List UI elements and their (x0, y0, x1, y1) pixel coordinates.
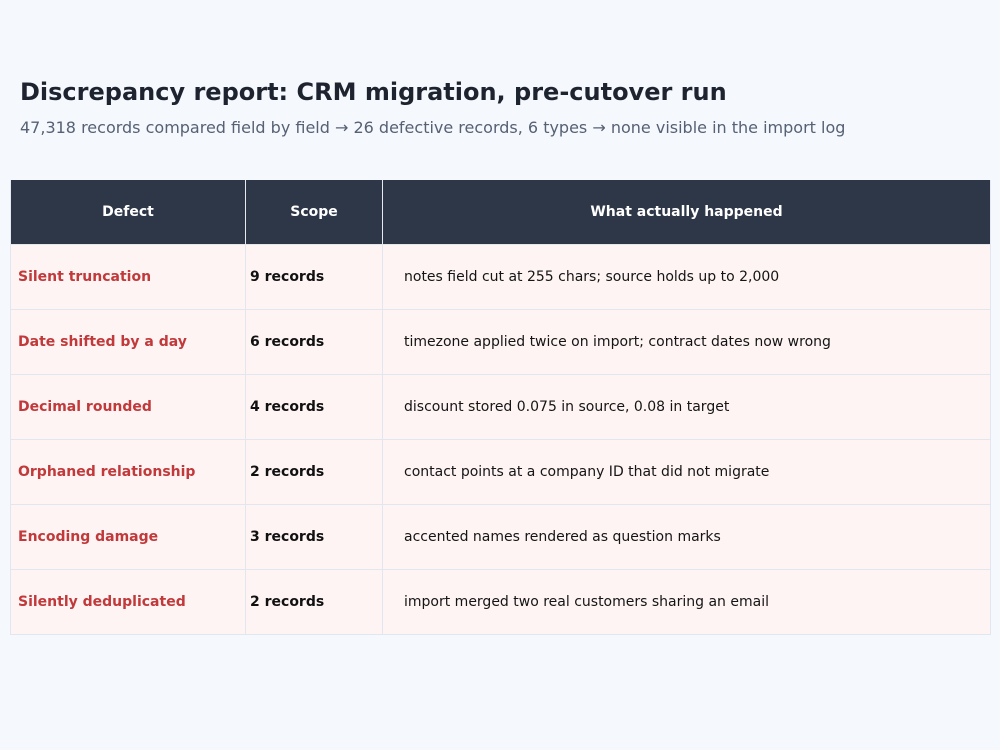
page-title: Discrepancy report: CRM migration, pre-c… (20, 78, 727, 106)
scope-cell: 2 records (245, 569, 383, 635)
what-happened-cell: timezone applied twice on import; contra… (382, 309, 991, 375)
defect-cell: Silent truncation (10, 244, 246, 310)
column-header-defect: Defect (10, 180, 246, 245)
scope-cell: 9 records (245, 244, 383, 310)
scope-cell: 3 records (245, 504, 383, 570)
table-row: Silent truncation 9 records notes field … (10, 244, 991, 310)
table-row: Decimal rounded 4 records discount store… (10, 374, 991, 440)
defect-cell: Silently deduplicated (10, 569, 246, 635)
what-happened-cell: notes field cut at 255 chars; source hol… (382, 244, 991, 310)
defect-cell: Orphaned relationship (10, 439, 246, 505)
table-row: Date shifted by a day 6 records timezone… (10, 309, 991, 375)
column-header-scope: Scope (245, 180, 383, 245)
defect-cell: Decimal rounded (10, 374, 246, 440)
scope-cell: 2 records (245, 439, 383, 505)
page-subtitle: 47,318 records compared field by field →… (20, 118, 846, 137)
table-row: Encoding damage 3 records accented names… (10, 504, 991, 570)
what-happened-cell: import merged two real customers sharing… (382, 569, 991, 635)
table-header-row: Defect Scope What actually happened (10, 180, 991, 245)
discrepancy-table: Defect Scope What actually happened Sile… (10, 180, 991, 635)
defect-cell: Date shifted by a day (10, 309, 246, 375)
what-happened-cell: contact points at a company ID that did … (382, 439, 991, 505)
table-row: Silently deduplicated 2 records import m… (10, 569, 991, 635)
table-row: Orphaned relationship 2 records contact … (10, 439, 991, 505)
column-header-what-happened: What actually happened (382, 180, 991, 245)
defect-cell: Encoding damage (10, 504, 246, 570)
scope-cell: 6 records (245, 309, 383, 375)
scope-cell: 4 records (245, 374, 383, 440)
what-happened-cell: accented names rendered as question mark… (382, 504, 991, 570)
what-happened-cell: discount stored 0.075 in source, 0.08 in… (382, 374, 991, 440)
